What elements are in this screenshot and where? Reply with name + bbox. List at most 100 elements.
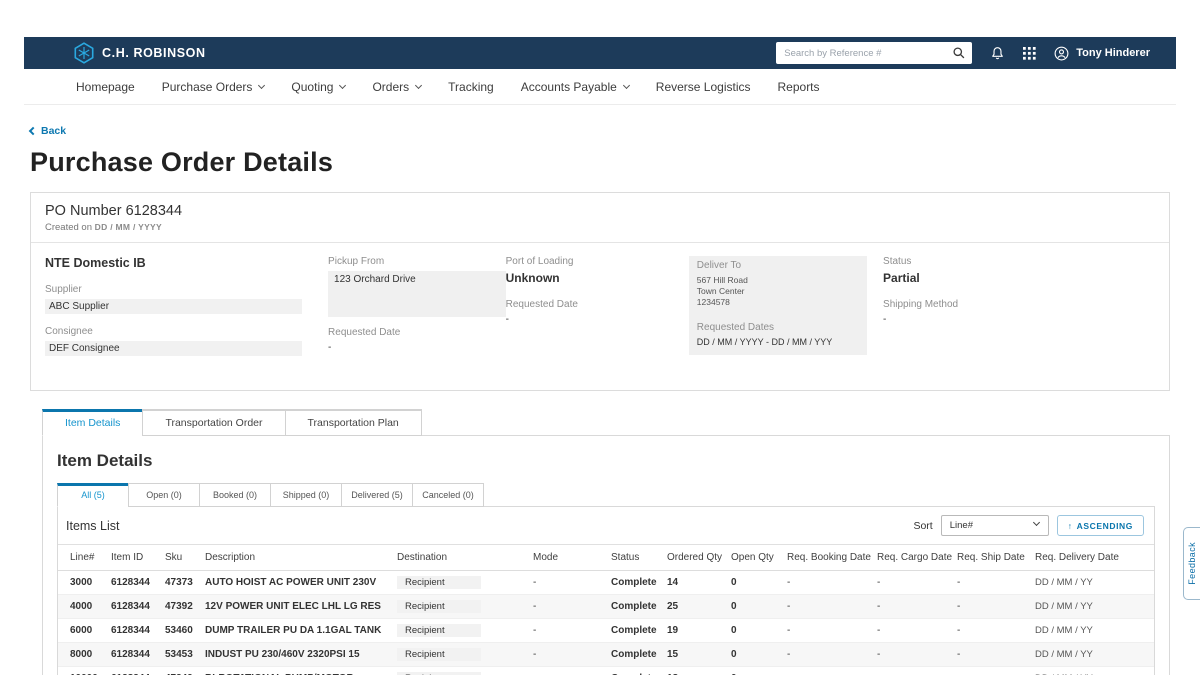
deliver-address-line2: Town Center bbox=[697, 286, 859, 297]
cell-ordered-qty: 19 bbox=[662, 619, 726, 643]
cell-sku: 47392 bbox=[160, 595, 200, 619]
filter-all[interactable]: All (5) bbox=[57, 483, 129, 507]
port-of-loading-label: Port of Loading bbox=[506, 256, 679, 267]
filter-shipped[interactable]: Shipped (0) bbox=[270, 483, 342, 507]
column-header: Ordered Qty bbox=[662, 545, 726, 571]
notifications-bell-icon[interactable] bbox=[990, 46, 1005, 61]
cell-req-cargo-date: - bbox=[872, 571, 952, 595]
sort-select-value: Line# bbox=[950, 520, 973, 531]
cell-req-booking-date: - bbox=[782, 619, 872, 643]
deliver-to-column: Deliver To 567 Hill Road Town Center 123… bbox=[689, 256, 883, 368]
cell-line-: 10000 bbox=[58, 667, 106, 675]
nav-item-purchase-orders[interactable]: Purchase Orders bbox=[162, 80, 265, 94]
po-info-grid: NTE Domestic IB Supplier ABC Supplier Co… bbox=[31, 243, 1169, 390]
arrow-up-icon: ↑ bbox=[1068, 521, 1073, 531]
table-row: 8000612834453453INDUST PU 230/460V 2320P… bbox=[58, 643, 1154, 667]
cell-open-qty: 0 bbox=[726, 595, 782, 619]
cell-req-delivery-date: DD / MM / YY bbox=[1030, 667, 1154, 675]
sort-select[interactable]: Line# bbox=[941, 515, 1049, 536]
cell-description: 12V POWER UNIT ELEC LHL LG RES bbox=[200, 595, 392, 619]
filter-delivered[interactable]: Delivered (5) bbox=[341, 483, 413, 507]
ascending-sort-button[interactable]: ↑ ASCENDING bbox=[1057, 515, 1144, 536]
consignee-value: DEF Consignee bbox=[45, 341, 302, 356]
page-content: Back Purchase Order Details PO Number 61… bbox=[24, 105, 1176, 675]
cell-req-delivery-date: DD / MM / YY bbox=[1030, 571, 1154, 595]
tab-transportation-order[interactable]: Transportation Order bbox=[142, 409, 285, 436]
chevron-down-icon bbox=[623, 81, 630, 88]
brand-name: C.H. ROBINSON bbox=[102, 46, 206, 60]
ascending-label: ASCENDING bbox=[1077, 521, 1133, 531]
filter-booked[interactable]: Booked (0) bbox=[199, 483, 271, 507]
cell-sku: 53460 bbox=[160, 619, 200, 643]
search-input[interactable] bbox=[776, 42, 972, 64]
deliver-requested-dates-label: Requested Dates bbox=[697, 322, 859, 333]
column-header: Req. Cargo Date bbox=[872, 545, 952, 571]
cell-status: Complete bbox=[606, 571, 662, 595]
cell-description: INDUST PU 230/460V 2320PSI 15 bbox=[200, 643, 392, 667]
page: C.H. ROBINSON bbox=[0, 0, 1200, 675]
po-parties-column: NTE Domestic IB Supplier ABC Supplier Co… bbox=[45, 256, 328, 368]
feedback-label: Feedback bbox=[1187, 542, 1197, 585]
pickup-address-block: 123 Orchard Drive bbox=[328, 271, 506, 317]
po-card-header: PO Number 6128344 Created on DD / MM / Y… bbox=[31, 193, 1169, 243]
items-list-title: Items List bbox=[66, 519, 120, 533]
filter-open[interactable]: Open (0) bbox=[128, 483, 200, 507]
nav-item-tracking[interactable]: Tracking bbox=[448, 80, 494, 94]
nav-item-homepage[interactable]: Homepage bbox=[76, 80, 135, 94]
cell-sku: 53453 bbox=[160, 643, 200, 667]
feedback-button[interactable]: Feedback bbox=[1183, 527, 1200, 600]
destination-value: Recipient bbox=[397, 600, 481, 613]
cell-description: BI-ROTATIONAL PUMP/MOTOR bbox=[200, 667, 392, 675]
back-link[interactable]: Back bbox=[30, 125, 66, 137]
chr-hexagon-logo-icon bbox=[74, 42, 94, 64]
brand-logo[interactable]: C.H. ROBINSON bbox=[74, 42, 206, 64]
cell-mode: - bbox=[528, 643, 606, 667]
pickup-column: Pickup From 123 Orchard Drive Requested … bbox=[328, 256, 506, 368]
cell-req-ship-date: - bbox=[952, 595, 1030, 619]
cell-description: DUMP TRAILER PU DA 1.1GAL TANK bbox=[200, 619, 392, 643]
status-filter-tabs: All (5) Open (0) Booked (0) Shipped (0) … bbox=[57, 483, 1155, 506]
cell-ordered-qty: 18 bbox=[662, 667, 726, 675]
cell-item-id: 6128344 bbox=[106, 667, 160, 675]
cell-ordered-qty: 25 bbox=[662, 595, 726, 619]
status-label: Status bbox=[883, 256, 1145, 267]
nav-item-reverse-logistics[interactable]: Reverse Logistics bbox=[656, 80, 751, 94]
column-header: Req. Ship Date bbox=[952, 545, 1030, 571]
nav-item-orders[interactable]: Orders bbox=[372, 80, 421, 94]
cell-open-qty: 0 bbox=[726, 667, 782, 675]
nav-item-reports[interactable]: Reports bbox=[778, 80, 820, 94]
cell-req-ship-date: - bbox=[952, 571, 1030, 595]
deliver-to-label: Deliver To bbox=[697, 260, 859, 271]
nav-item-quoting[interactable]: Quoting bbox=[291, 80, 345, 94]
filter-canceled[interactable]: Canceled (0) bbox=[412, 483, 484, 507]
cell-mode: - bbox=[528, 595, 606, 619]
apps-grid-icon[interactable] bbox=[1023, 47, 1036, 60]
tab-item-details[interactable]: Item Details bbox=[42, 409, 143, 436]
consignee-label: Consignee bbox=[45, 326, 318, 337]
chevron-down-icon bbox=[258, 81, 265, 88]
supplier-label: Supplier bbox=[45, 284, 318, 295]
cell-status: Complete bbox=[606, 667, 662, 675]
cell-req-cargo-date: - bbox=[872, 643, 952, 667]
supplier-value: ABC Supplier bbox=[45, 299, 302, 314]
items-table-body: 3000612834447373AUTO HOIST AC POWER UNIT… bbox=[58, 571, 1154, 675]
po-created-on: Created on DD / MM / YYYY bbox=[45, 222, 1155, 233]
search-icon[interactable] bbox=[952, 46, 966, 60]
user-menu[interactable]: Tony Hinderer bbox=[1054, 46, 1150, 61]
nav-item-accounts-payable[interactable]: Accounts Payable bbox=[521, 80, 629, 94]
shipping-method-label: Shipping Method bbox=[883, 299, 1145, 310]
table-row: 6000612834453460DUMP TRAILER PU DA 1.1GA… bbox=[58, 619, 1154, 643]
items-table: Line#Item IDSkuDescriptionDestinationMod… bbox=[58, 544, 1154, 675]
status-column: Status Partial Shipping Method - bbox=[883, 256, 1155, 368]
cell-status: Complete bbox=[606, 619, 662, 643]
destination-value: Recipient bbox=[397, 648, 481, 661]
table-row: 400061283444739212V POWER UNIT ELEC LHL … bbox=[58, 595, 1154, 619]
cell-line-: 3000 bbox=[58, 571, 106, 595]
pickup-from-label: Pickup From bbox=[328, 256, 496, 267]
cell-sku: 47373 bbox=[160, 571, 200, 595]
column-header: Req. Booking Date bbox=[782, 545, 872, 571]
tab-transportation-plan[interactable]: Transportation Plan bbox=[285, 409, 422, 436]
detail-tabs: Item Details Transportation Order Transp… bbox=[42, 409, 1170, 435]
cell-open-qty: 0 bbox=[726, 619, 782, 643]
user-name: Tony Hinderer bbox=[1076, 47, 1150, 59]
